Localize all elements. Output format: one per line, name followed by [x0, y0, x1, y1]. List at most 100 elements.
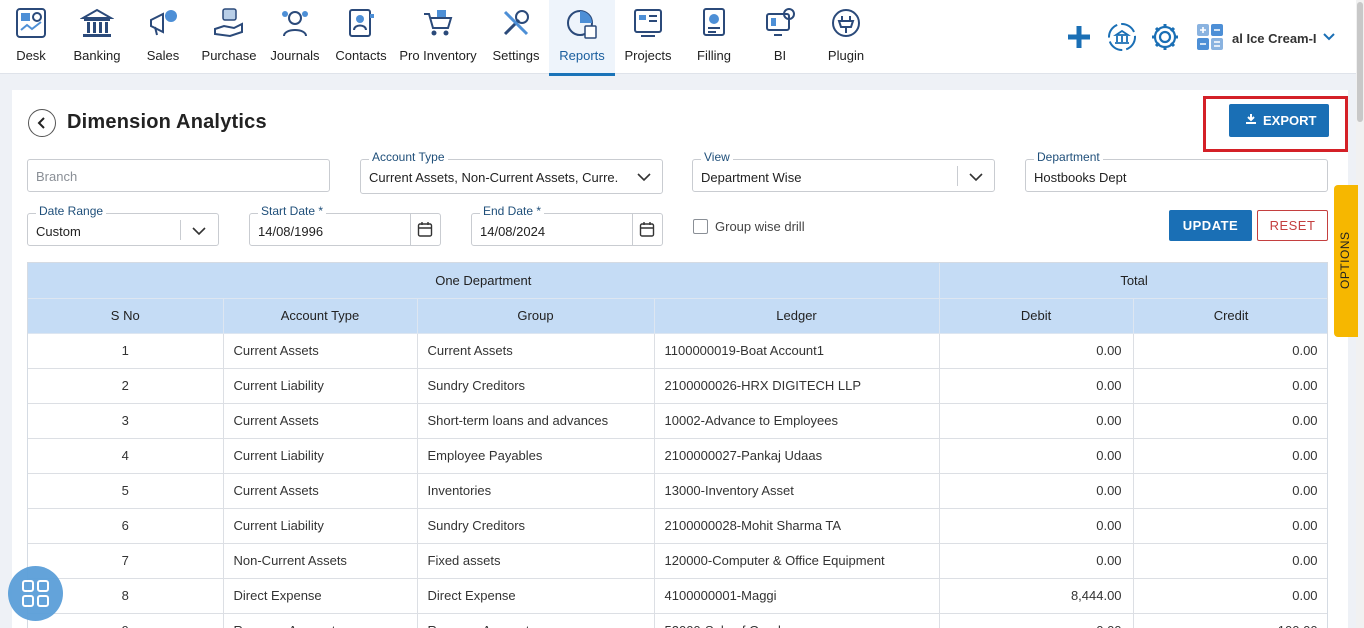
view-value: Department Wise — [701, 170, 802, 185]
nav-item-bi[interactable]: BI — [756, 0, 804, 76]
table-row[interactable]: 8 Direct Expense Direct Expense 4100000001-… — [28, 578, 1327, 614]
table-cell[interactable]: 2100000027-Pankaj Udaas — [654, 438, 940, 474]
table-row[interactable]: 9Revenue AccountRevenue Account52000-Sal… — [28, 613, 1327, 628]
column-header-credit[interactable]: Credit — [1133, 298, 1327, 334]
company-name[interactable]: al Ice Cream-I — [1232, 31, 1316, 46]
view-select[interactable]: View Department Wise — [692, 150, 995, 192]
nav-item-sales[interactable]: Sales — [138, 0, 188, 76]
table-cell: 0.00 — [939, 543, 1134, 579]
table-cell: 0.00 — [1133, 473, 1327, 509]
table-row[interactable]: 2 Current Liability Sundry Creditors 210000… — [28, 368, 1327, 404]
end-date-label: End Date * — [480, 204, 545, 218]
field-divider — [632, 214, 633, 245]
nav-item-desk[interactable]: Desk — [6, 0, 56, 76]
nav-label: Reports — [559, 48, 605, 63]
nav-item-filling[interactable]: Filling — [688, 0, 740, 76]
table-row[interactable]: 1 Current Assets Current Assets 1100000019-… — [28, 333, 1327, 369]
branch-placeholder: Branch — [36, 169, 78, 184]
table-cell: 0.00 — [939, 403, 1134, 439]
add-icon[interactable] — [1062, 20, 1096, 54]
date-range-value: Custom — [36, 224, 81, 239]
projects-board-icon — [634, 9, 662, 37]
options-label: OPTIONS — [1338, 231, 1352, 289]
nav-label: Pro Inventory — [399, 48, 477, 63]
group-header-department: One Department — [28, 263, 940, 299]
scrollbar-thumb[interactable] — [1357, 2, 1363, 122]
calendar-icon[interactable] — [639, 221, 655, 238]
sales-megaphone-icon — [150, 10, 177, 36]
nav-item-banking[interactable]: Banking — [68, 0, 126, 76]
table-cell: 1 — [28, 333, 224, 369]
table-cell[interactable]: 2100000026-HRX DIGITECH LLP — [654, 368, 940, 404]
journals-people-icon — [282, 11, 308, 37]
inventory-cart-icon — [424, 10, 453, 36]
table-cell: 5 — [28, 473, 224, 509]
table-cell[interactable]: 120000-Computer & Office Equipment — [654, 543, 940, 579]
date-range-label: Date Range — [36, 204, 107, 218]
table-cell: 0.00 — [939, 368, 1134, 404]
column-header-ledger[interactable]: Ledger — [654, 298, 940, 334]
date-range-select[interactable]: Date Range Custom — [27, 204, 219, 246]
table-cell: 0.00 — [1133, 543, 1327, 579]
department-field[interactable]: Department Hostbooks Dept — [1025, 150, 1328, 192]
table-cell[interactable]: 4100000001-Maggi — [654, 578, 940, 614]
table-row[interactable]: 6 Current Liability Sundry Creditors 210000… — [28, 508, 1327, 544]
nav-item-purchase[interactable]: Purchase — [198, 0, 260, 76]
start-date-label: Start Date * — [258, 204, 327, 218]
table-row[interactable]: 7 Non-Current Assets Fixed assets 120000-Co… — [28, 543, 1327, 579]
table-cell: Employee Payables — [417, 438, 655, 474]
nav-item-settings[interactable]: Settings — [488, 0, 544, 76]
chevron-down-icon[interactable] — [1318, 26, 1340, 48]
table-cell: Current Liability — [223, 438, 418, 474]
table-cell[interactable]: 52000-Sale of Goods — [654, 613, 940, 628]
table-row[interactable]: 5 Current Assets Inventories 13000-Inventor… — [28, 473, 1327, 509]
reset-button[interactable]: RESET — [1257, 210, 1328, 241]
table-cell: 2 — [28, 368, 224, 404]
update-button[interactable]: UPDATE — [1169, 210, 1252, 241]
table-row[interactable]: 3 Current Assets Short-term loans and adva… — [28, 403, 1327, 439]
gear-icon[interactable] — [1148, 20, 1182, 54]
nav-item-journals[interactable]: Journals — [268, 0, 322, 76]
table-row[interactable]: 4 Current Liability Employee Payables 21000… — [28, 438, 1327, 474]
nav-label: Plugin — [827, 48, 865, 63]
calculator-icon[interactable] — [1193, 20, 1227, 54]
account-type-select[interactable]: Account Type Current Assets, Non-Current… — [360, 150, 663, 194]
grid-icon — [22, 580, 49, 607]
page-title: Dimension Analytics — [67, 111, 267, 133]
table-cell: 0.00 — [939, 613, 1134, 628]
table-cell[interactable]: 10002-Advance to Employees — [654, 403, 940, 439]
table-cell: Current Assets — [223, 473, 418, 509]
nav-item-contacts[interactable]: Contacts — [332, 0, 390, 76]
export-button[interactable]: EXPORT — [1229, 104, 1329, 137]
nav-label: Contacts — [335, 48, 387, 63]
nav-item-plugin[interactable]: Plugin — [818, 0, 874, 76]
branch-field[interactable]: Branch — [27, 159, 330, 192]
download-icon — [1246, 114, 1256, 124]
nav-item-projects[interactable]: Projects — [620, 0, 676, 76]
calendar-icon[interactable] — [417, 221, 433, 238]
table-cell[interactable]: 1100000019-Boat Account1 — [654, 333, 940, 369]
nav-item-reports[interactable]: Reports — [549, 0, 615, 76]
table-cell: 0.00 — [1133, 578, 1327, 614]
table-cell: Revenue Account — [417, 613, 655, 628]
nav-item-pro-inventory[interactable]: Pro Inventory — [396, 0, 480, 76]
apps-menu-button[interactable] — [8, 566, 63, 621]
contacts-book-icon — [349, 9, 374, 37]
group-wise-drill-checkbox[interactable] — [693, 219, 708, 234]
end-date-field[interactable]: End Date * 14/08/2024 — [471, 204, 663, 246]
column-header-account-type[interactable]: Account Type — [223, 298, 418, 334]
back-button[interactable] — [28, 109, 56, 137]
sync-bank-icon[interactable] — [1105, 20, 1139, 54]
table-cell[interactable]: 2100000028-Mohit Sharma TA — [654, 508, 940, 544]
department-label: Department — [1034, 150, 1103, 164]
table-cell: Direct Expense — [223, 578, 418, 614]
column-header-sno[interactable]: S No — [28, 298, 224, 334]
start-date-field[interactable]: Start Date * 14/08/1996 — [249, 204, 441, 246]
table-cell: Current Liability — [223, 368, 418, 404]
column-header-debit[interactable]: Debit — [939, 298, 1134, 334]
table-cell: Sundry Creditors — [417, 368, 655, 404]
options-tab[interactable]: OPTIONS — [1334, 185, 1358, 337]
column-header-group[interactable]: Group — [417, 298, 655, 334]
table-cell: Fixed assets — [417, 543, 655, 579]
table-cell[interactable]: 13000-Inventory Asset — [654, 473, 940, 509]
